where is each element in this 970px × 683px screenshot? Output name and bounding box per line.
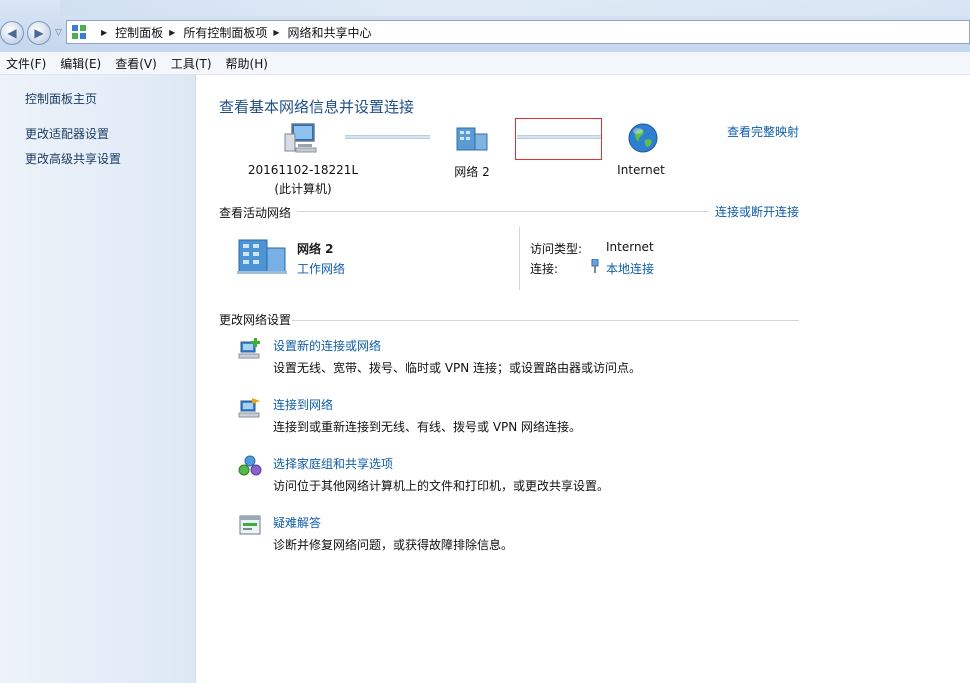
task-connect-network[interactable]: 连接到网络 <box>273 396 333 413</box>
menu-bar: 文件(F) 编辑(E) 查看(V) 工具(T) 帮助(H) <box>0 52 970 75</box>
sidebar-item-advanced-sharing[interactable]: 更改高级共享设置 <box>25 150 121 167</box>
network-type-link[interactable]: 工作网络 <box>297 260 345 277</box>
internet-label[interactable]: Internet <box>610 163 672 177</box>
connection-line-computer-network <box>345 135 430 139</box>
computer-icon <box>284 123 317 153</box>
menu-file[interactable]: 文件(F) <box>0 55 54 72</box>
forward-button[interactable]: ▶ <box>27 21 51 45</box>
task-troubleshoot-desc: 诊断并修复网络问题，或获得故障排除信息。 <box>273 538 514 552</box>
task-homegroup-desc: 访问位于其他网络计算机上的文件和打印机，或更改共享设置。 <box>273 479 610 493</box>
full-map-link[interactable]: 查看完整映射 <box>727 123 799 140</box>
new-connection-icon <box>238 338 260 359</box>
sidebar: 控制面板主页 更改适配器设置 更改高级共享设置 <box>0 75 196 683</box>
active-network-name: 网络 2 <box>297 242 334 256</box>
forward-arrow-icon: ▶ <box>34 26 44 40</box>
globe-icon <box>628 123 658 153</box>
task-new-connection-desc: 设置无线、宽带、拨号、临时或 VPN 连接；或设置路由器或访问点。 <box>273 361 642 375</box>
work-network-icon[interactable] <box>237 234 287 274</box>
access-type-value: Internet <box>606 240 654 254</box>
network-map-name[interactable]: 网络 2 <box>432 163 512 180</box>
homegroup-icon <box>238 455 262 476</box>
back-arrow-icon: ◀ <box>7 26 17 40</box>
menu-help[interactable]: 帮助(H) <box>220 55 276 72</box>
connection-label: 连接: <box>530 262 559 276</box>
sidebar-item-control-panel-home[interactable]: 控制面板主页 <box>25 90 97 107</box>
troubleshoot-icon <box>239 515 261 535</box>
breadcrumb-network-center[interactable]: 网络和共享中心 <box>288 24 372 41</box>
browser-tabs-blurred <box>60 0 970 16</box>
local-connection-link[interactable]: 本地连接 <box>606 260 654 277</box>
task-connect-network-desc: 连接到或重新连接到无线、有线、拨号或 VPN 网络连接。 <box>273 420 582 434</box>
change-settings-heading: 更改网络设置 <box>219 313 292 327</box>
page-title: 查看基本网络信息并设置连接 <box>219 98 415 116</box>
active-network-divider <box>519 227 520 290</box>
access-type-label: 访问类型: <box>530 242 583 256</box>
breadcrumb-separator-icon[interactable]: ▶ <box>101 28 107 37</box>
computer-name: 20161102-18221L <box>247 163 359 177</box>
ethernet-cable-icon <box>591 259 599 273</box>
breadcrumb-all-items[interactable]: 所有控制面板项 <box>183 24 267 41</box>
task-homegroup[interactable]: 选择家庭组和共享选项 <box>273 455 393 472</box>
breadcrumb-control-panel[interactable]: 控制面板 <box>115 24 163 41</box>
breadcrumb-separator-icon[interactable]: ▶ <box>169 28 175 37</box>
section-divider <box>292 320 799 321</box>
task-new-connection[interactable]: 设置新的连接或网络 <box>273 337 381 354</box>
address-bar[interactable]: ▶ 控制面板 ▶ 所有控制面板项 ▶ 网络和共享中心 <box>66 20 970 44</box>
window-titlebar: ◀ ▶ ▽ ▶ 控制面板 ▶ 所有控制面板项 ▶ 网络和共享中心 <box>0 0 970 52</box>
menu-edit[interactable]: 编辑(E) <box>54 55 109 72</box>
network-icon <box>456 127 488 151</box>
recent-pages-dropdown-icon[interactable]: ▽ <box>55 28 62 38</box>
connect-network-icon <box>238 398 260 418</box>
sidebar-item-adapter-settings[interactable]: 更改适配器设置 <box>25 125 109 142</box>
breadcrumb-separator-icon[interactable]: ▶ <box>273 28 279 37</box>
computer-subtitle: (此计算机) <box>274 182 332 196</box>
menu-view[interactable]: 查看(V) <box>109 55 165 72</box>
menu-tools[interactable]: 工具(T) <box>165 55 220 72</box>
control-panel-icon <box>72 25 86 39</box>
section-divider <box>297 211 709 212</box>
highlight-box <box>515 118 602 160</box>
active-networks-heading: 查看活动网络 <box>219 206 292 220</box>
connect-disconnect-link[interactable]: 连接或断开连接 <box>715 203 799 220</box>
task-troubleshoot[interactable]: 疑难解答 <box>273 514 321 531</box>
back-button[interactable]: ◀ <box>0 21 24 45</box>
